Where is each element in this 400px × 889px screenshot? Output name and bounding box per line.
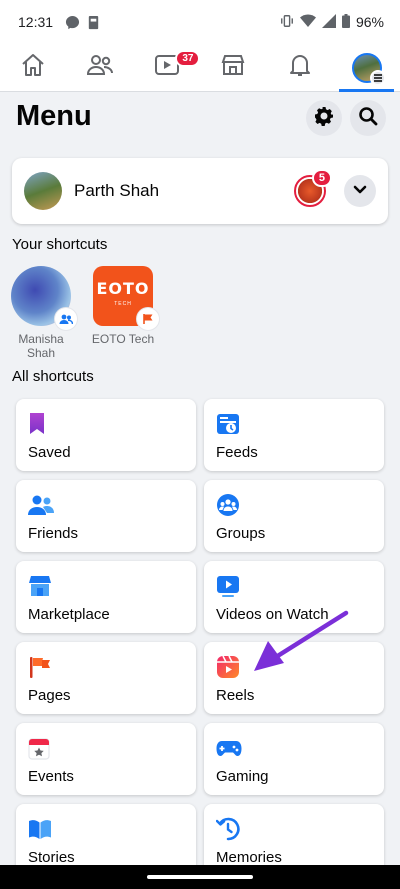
- status-bar: 12:31 96%: [0, 0, 400, 44]
- status-time: 12:31: [18, 14, 54, 30]
- page-title: Menu: [16, 100, 92, 132]
- profile-name: Parth Shah: [74, 181, 160, 200]
- vibrate-icon: [280, 14, 294, 31]
- marketplace-icon: [220, 52, 246, 83]
- chevron-down-icon: [353, 182, 367, 200]
- shortcut-card-marketplace[interactable]: Marketplace: [16, 561, 196, 633]
- shortcut-card-pages[interactable]: Pages: [16, 642, 196, 714]
- profile-avatar: [24, 172, 62, 210]
- profile-card[interactable]: Parth Shah 5: [12, 158, 388, 224]
- shortcut-label: EOTO Tech: [91, 332, 155, 346]
- signal-icon: [321, 13, 336, 31]
- eoto-tech-logo: EOTO TECH: [93, 266, 159, 330]
- bookmark-icon: [28, 411, 184, 437]
- home-gesture-handle[interactable]: [147, 875, 253, 879]
- marketplace-icon: [28, 573, 184, 599]
- shortcut-card-friends[interactable]: Friends: [16, 480, 196, 552]
- battery-icon: [341, 13, 350, 31]
- switch-profile-button[interactable]: [344, 175, 376, 207]
- gear-icon: [314, 106, 334, 131]
- story-badge: 5: [311, 169, 332, 187]
- nav-marketplace[interactable]: [200, 44, 267, 91]
- shortcut-card-events[interactable]: Events: [16, 723, 196, 795]
- settings-button[interactable]: [306, 100, 342, 136]
- messenger-notification-icon: [65, 15, 80, 30]
- gamepad-icon: [216, 735, 372, 761]
- status-right: 96%: [280, 13, 384, 31]
- shortcut-card-gaming[interactable]: Gaming: [204, 723, 384, 795]
- watch-badge: 37: [175, 50, 201, 67]
- system-nav-bar: [0, 865, 400, 889]
- group-badge-icon: [55, 308, 77, 330]
- nav-friends[interactable]: [67, 44, 134, 91]
- friends-icon: [86, 52, 114, 83]
- search-button[interactable]: [350, 100, 386, 136]
- shortcut-label: Manisha Shah: [18, 332, 64, 360]
- shortcut-card-saved[interactable]: Saved: [16, 399, 196, 471]
- page-flag-badge-icon: [137, 308, 159, 330]
- shortcut-avatar: [11, 266, 77, 330]
- calendar-icon: [28, 735, 184, 761]
- hamburger-icon: [369, 69, 386, 86]
- annotation-arrow-icon: [240, 605, 350, 680]
- shortcut-manisha-shah[interactable]: Manisha Shah: [1, 266, 81, 360]
- watch-icon: [216, 573, 372, 599]
- search-icon: [358, 106, 378, 131]
- battery-percent: 96%: [355, 14, 384, 30]
- story-avatar-icon[interactable]: 5: [294, 169, 332, 207]
- profile-menu-icon: [351, 52, 386, 86]
- nav-notifications[interactable]: [267, 44, 334, 91]
- flag-icon: [28, 654, 184, 680]
- top-nav: 37: [0, 44, 400, 92]
- groups-icon: [216, 492, 372, 518]
- nav-menu[interactable]: [333, 44, 400, 92]
- clock-icon: [216, 816, 372, 842]
- all-shortcuts-label: All shortcuts: [12, 368, 94, 385]
- shortcut-card-feeds[interactable]: Feeds: [204, 399, 384, 471]
- your-shortcuts-label: Your shortcuts: [12, 236, 108, 253]
- shortcut-eoto-tech[interactable]: EOTO TECH EOTO Tech: [83, 266, 163, 346]
- nav-watch[interactable]: 37: [133, 44, 201, 91]
- shortcut-card-groups[interactable]: Groups: [204, 480, 384, 552]
- nav-home[interactable]: [0, 44, 67, 91]
- friends-icon: [28, 492, 184, 518]
- bell-icon: [288, 52, 312, 83]
- feeds-icon: [216, 411, 372, 437]
- app-notification-icon: [86, 15, 101, 30]
- book-icon: [28, 816, 184, 842]
- wifi-icon: [299, 14, 316, 31]
- home-icon: [20, 52, 46, 83]
